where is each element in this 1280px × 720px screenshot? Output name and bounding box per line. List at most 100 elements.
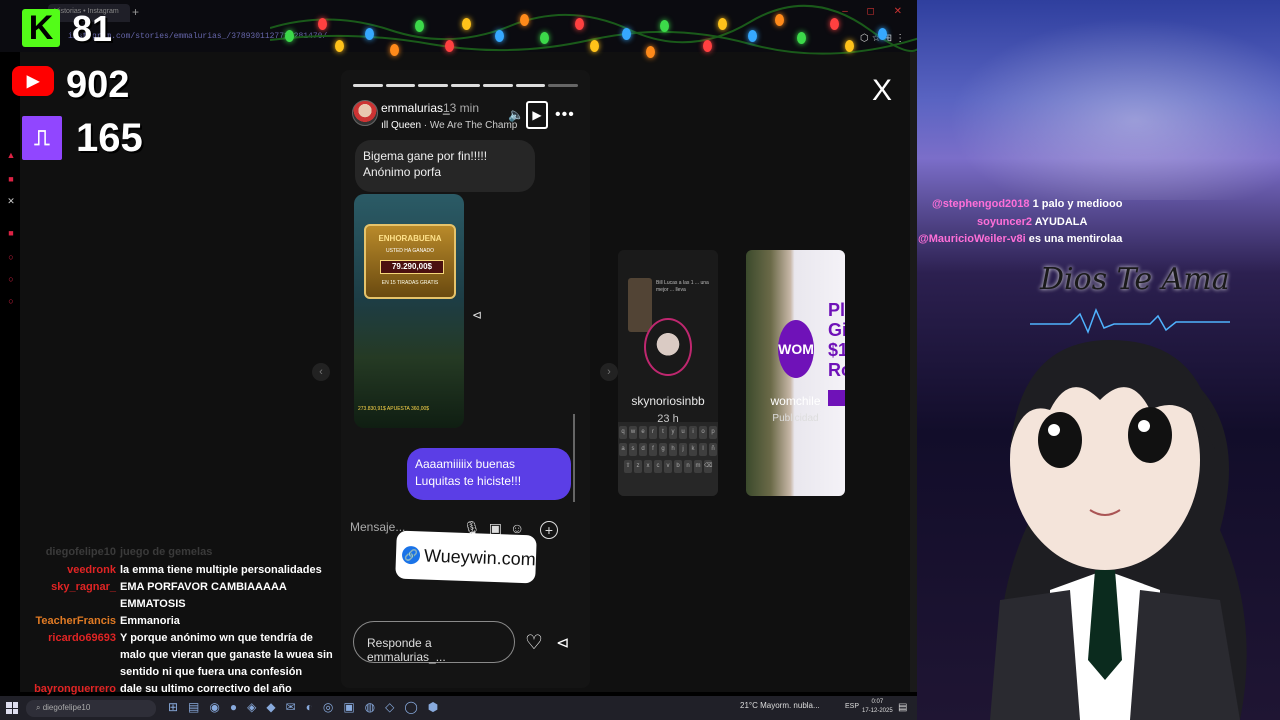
chat-scrollbar[interactable] — [573, 414, 575, 502]
light-bulb — [703, 40, 712, 52]
ad-side-text: Pla Gi $10 Ro — [828, 300, 845, 380]
like-heart-icon[interactable]: ♡ — [525, 630, 543, 655]
nebula-background — [917, 0, 1280, 200]
progress-segment — [483, 84, 513, 87]
light-bulb — [718, 18, 727, 30]
preview-thumbnail — [628, 278, 652, 332]
more-options-icon[interactable]: ••• — [555, 106, 575, 124]
chat-line: TeacherFrancis Emmanoria — [35, 615, 180, 627]
music-artist: Queen — [391, 120, 422, 131]
send-icon[interactable]: ⊲ — [556, 633, 569, 653]
wueywin-sticker[interactable]: 🔗 Wueywin.com — [395, 530, 537, 584]
story-preview-womchile[interactable]: WOM Pla Gi $10 Ro womchile Publicidad — [746, 250, 845, 496]
win-title: ENHORABUENA — [378, 234, 442, 243]
youtube-viewer-count: 902 — [66, 64, 130, 106]
light-bulb — [748, 30, 757, 42]
chat-line: veedronk la emma tiene multiple personali… — [67, 564, 322, 576]
light-bulb — [365, 28, 374, 40]
weather-widget[interactable]: 21°C Mayorm. nubla... — [740, 701, 820, 710]
preview-keyboard-image: qwertyuiop asdfghjklñ ⇧ z x c v b n m ⌫ — [618, 422, 718, 496]
sidebar-icon-c[interactable]: ■ — [4, 228, 18, 242]
light-bulb — [318, 18, 327, 30]
taskbar-clock[interactable]: 0:07 17-12-2025 — [862, 698, 893, 716]
story-username[interactable]: emmalurias_ — [381, 101, 450, 115]
preview-sponsored-label: Publicidad — [772, 413, 819, 424]
volume-icon[interactable]: 🔈 — [508, 107, 524, 123]
sticker-icon[interactable]: ☺ — [510, 520, 532, 536]
previous-story-arrow[interactable]: ‹ — [312, 363, 330, 381]
progress-segment — [418, 84, 448, 87]
taskbar-app-icons[interactable]: ⊞▤◉●◈◆✉◐◎▣◍◇◯⬢ — [168, 700, 448, 714]
preview-avatar — [644, 318, 692, 376]
light-bulb — [415, 20, 424, 32]
preview-text: Bill Lucas a las 1 ... una mejor ... lle… — [656, 280, 709, 293]
light-bulb — [590, 40, 599, 52]
dios-te-ama-banner: Dios Te Ama — [1040, 262, 1230, 297]
notification-icon[interactable]: ▤ — [898, 702, 907, 713]
progress-segment — [385, 84, 416, 87]
light-bulb — [878, 28, 887, 40]
sticker-text: Wueywin.com — [423, 545, 537, 569]
chat-line: malo que vieran que ganaste la wuea sin — [120, 649, 333, 661]
message-input[interactable]: Mensaje... — [350, 520, 405, 534]
add-icon[interactable]: + — [540, 521, 558, 539]
chat-line: sentido ni que fuera una confesión — [120, 666, 303, 678]
close-story-button[interactable]: X — [872, 74, 892, 108]
overlay-chat-line: @stephengod2018 1 palo y mediooo — [932, 198, 1123, 210]
light-bulb — [845, 40, 854, 52]
reply-input[interactable]: Responde a emmalurias_... — [353, 621, 515, 664]
light-bulb — [445, 40, 454, 52]
story-time-ago: 13 min — [443, 101, 480, 115]
avatar[interactable] — [352, 100, 378, 126]
progress-segment — [353, 84, 383, 87]
search-icon: ⌕ — [36, 703, 43, 712]
chat-line: EMMATOSIS — [120, 598, 186, 610]
windows-start-icon[interactable] — [6, 702, 18, 714]
browser-scrollbar[interactable] — [910, 52, 917, 692]
light-bulb — [462, 18, 471, 30]
light-bulb — [495, 30, 504, 42]
preview-username: womchile — [770, 394, 821, 408]
outgoing-message-bubble: Aaaamiiiiix buenas Luquitas te hiciste!!… — [407, 448, 571, 500]
light-bulb — [520, 14, 529, 26]
kick-icon: K — [22, 9, 60, 47]
light-bulb — [285, 30, 294, 42]
sidebar-icon-b[interactable]: ■ — [4, 174, 18, 188]
win-banner: ENHORABUENA USTED HA GANADO 79.290,00$ E… — [364, 224, 456, 299]
sidebar-icon-e[interactable]: ○ — [4, 274, 18, 288]
light-bulb — [660, 20, 669, 32]
light-bulb — [575, 18, 584, 30]
kick-viewer-count: 81 — [72, 8, 113, 49]
new-tab-button[interactable]: + — [132, 5, 139, 19]
language-indicator[interactable]: ESP — [845, 703, 859, 710]
taskbar-search[interactable]: ⌕ diegofelipe10 — [26, 700, 156, 717]
light-bulb — [830, 18, 839, 30]
sidebar-icon-a[interactable]: ▲ — [4, 150, 18, 164]
slot-win-screenshot[interactable]: ENHORABUENA USTED HA GANADO 79.290,00$ E… — [354, 194, 464, 428]
chat-line: bayronguerrero dale su ultimo correctivo … — [34, 683, 292, 695]
progress-segment — [548, 84, 579, 87]
share-icon[interactable]: ⊲ — [472, 308, 482, 322]
light-bulb — [775, 14, 784, 26]
light-bulb — [540, 32, 549, 44]
incoming-message-bubble: Bigema gane por fin!!!!! Anónimo porfa — [355, 140, 535, 192]
preview-username: skynoriosinbb — [631, 394, 705, 408]
overlay-chat-line: soyuncer2 AYUDALA — [977, 216, 1088, 228]
progress-segment — [515, 84, 546, 87]
twitch-viewer-count: 165 — [76, 116, 143, 160]
music-bars-icon: ıll — [381, 120, 391, 131]
link-icon: 🔗 — [401, 545, 421, 565]
sidebar-icon-d[interactable]: ○ — [4, 252, 18, 266]
free-spins-text: EN 15 TIRADAS GRATIS — [381, 280, 439, 286]
overlay-chat-line: @MauricioWeiler-v8i es una mentirolaa — [918, 233, 1123, 245]
play-button[interactable]: ▶ — [526, 101, 548, 129]
story-music[interactable]: ıll Queen · We Are The Champ — [381, 120, 517, 131]
story-progress-bar — [353, 84, 579, 87]
youtube-icon: ▶ — [12, 66, 54, 96]
next-story-arrow[interactable]: › — [600, 363, 618, 381]
sidebar-icon-x[interactable]: ✕ — [4, 196, 18, 210]
wom-logo: WOM — [778, 320, 814, 378]
story-preview-skynoriosinbb[interactable]: Bill Lucas a las 1 ... una mejor ... lle… — [618, 250, 718, 496]
sidebar-icon-f[interactable]: ○ — [4, 296, 18, 310]
chat-line: sky_ragnar_ EMA PORFAVOR CAMBIAAAAA — [51, 581, 287, 593]
